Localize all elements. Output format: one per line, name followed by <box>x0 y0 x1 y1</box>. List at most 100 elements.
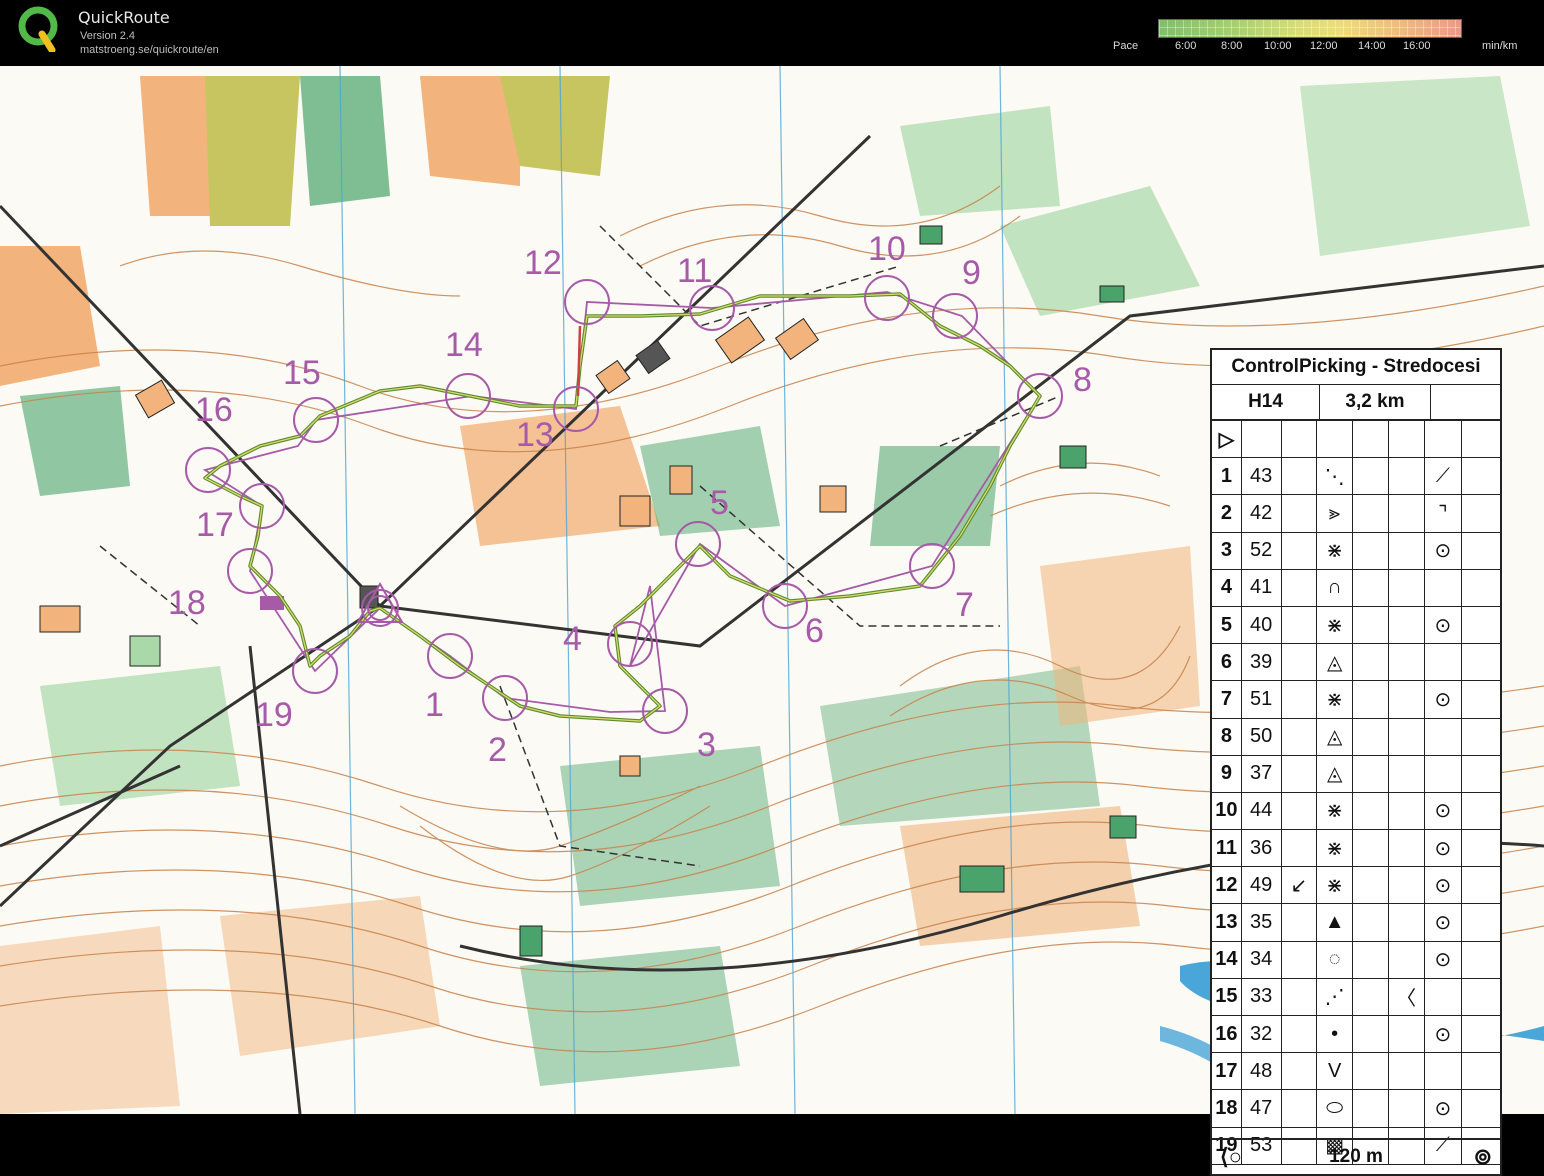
legend-row: 18 47 ⬭ ⊙ <box>1212 1090 1500 1128</box>
appearance-symbol <box>1353 941 1389 978</box>
control-number-6: 6 <box>805 612 824 650</box>
legend-row: 8 50 ◬ <box>1212 718 1500 756</box>
control-number-15: 15 <box>283 354 321 392</box>
which-feature-symbol <box>1282 569 1318 606</box>
control-number-7: 7 <box>955 586 974 624</box>
appearance-symbol <box>1353 904 1389 941</box>
other-info <box>1462 570 1500 606</box>
control-code: 47 <box>1242 1090 1282 1127</box>
dimension-symbol <box>1389 830 1425 867</box>
dimension-symbol <box>1389 458 1425 495</box>
other-info <box>1462 607 1500 643</box>
control-code: 49 <box>1242 867 1282 904</box>
location-symbol: ⊙ <box>1425 867 1463 904</box>
dimension-symbol <box>1389 681 1425 718</box>
feature-symbol: ∩ <box>1317 569 1354 606</box>
legend-row: 5 40 ⋇ ⊙ <box>1212 606 1500 645</box>
legend-row: 3 52 ⋇ ⊙ <box>1212 532 1500 570</box>
pace-color-scale <box>1158 19 1462 38</box>
app-url[interactable]: matstroeng.se/quickroute/en <box>80 44 219 56</box>
which-feature-symbol <box>1282 1090 1318 1127</box>
feature-symbol: ⪢ <box>1317 495 1354 532</box>
feature-symbol: ⋰ <box>1317 978 1354 1015</box>
appearance-symbol <box>1353 569 1389 606</box>
control-number-14: 14 <box>445 326 483 364</box>
orienteering-map[interactable]: 1 2 3 4 5 6 7 8 9 10 11 12 13 14 15 16 1… <box>0 66 1544 1176</box>
control-number: 14 <box>1212 941 1242 978</box>
control-code: 43 <box>1242 458 1282 495</box>
legend-row: 12 49 ↙ ⋇ ⊙ <box>1212 867 1500 905</box>
pace-tick: 16:00 <box>1403 40 1431 52</box>
legend-row: 9 37 ◬ <box>1212 755 1500 793</box>
feature-symbol: ◌ <box>1317 941 1354 978</box>
which-feature-symbol <box>1282 1053 1318 1090</box>
location-symbol <box>1425 978 1463 1015</box>
location-symbol: ⌝ <box>1425 495 1463 532</box>
control-number-2: 2 <box>488 731 507 769</box>
dimension-symbol <box>1389 941 1425 978</box>
dimension-symbol <box>1389 904 1425 941</box>
control-number-3: 3 <box>697 726 716 764</box>
control-code: 48 <box>1242 1053 1282 1090</box>
location-symbol <box>1425 569 1463 606</box>
location-symbol <box>1425 644 1463 681</box>
control-code: 44 <box>1242 792 1282 830</box>
control-number: 2 <box>1212 495 1242 532</box>
control-number-1: 1 <box>425 686 444 724</box>
pace-tick: 14:00 <box>1358 40 1386 52</box>
legend-row: 14 34 ◌ ⊙ <box>1212 941 1500 979</box>
quickroute-logo-icon <box>18 6 58 52</box>
dimension-symbol <box>1389 1090 1425 1127</box>
other-info <box>1462 793 1500 829</box>
control-number-9: 9 <box>962 254 981 292</box>
other-info <box>1462 1016 1500 1052</box>
control-code: 40 <box>1242 606 1282 644</box>
feature-symbol: ⬭ <box>1317 1090 1354 1127</box>
dimension-symbol <box>1389 1016 1425 1053</box>
location-symbol: ⊙ <box>1425 606 1463 644</box>
control-number: 7 <box>1212 681 1242 718</box>
location-symbol <box>1425 718 1463 755</box>
start-triangle-icon: ▷ <box>1212 421 1242 458</box>
appearance-symbol <box>1353 458 1389 495</box>
which-feature-symbol <box>1282 755 1318 792</box>
other-info <box>1462 681 1500 717</box>
control-number-10: 10 <box>868 230 906 268</box>
control-number: 9 <box>1212 755 1242 792</box>
control-code: 35 <box>1242 904 1282 941</box>
control-code: 39 <box>1242 644 1282 681</box>
legend-row: 6 39 ◬ <box>1212 644 1500 682</box>
which-feature-symbol <box>1282 495 1318 532</box>
control-code: 34 <box>1242 941 1282 978</box>
which-feature-symbol <box>1282 941 1318 978</box>
control-number: 3 <box>1212 532 1242 569</box>
location-symbol: ⟋ <box>1425 458 1463 495</box>
dimension-symbol <box>1389 755 1425 792</box>
location-symbol: ⊙ <box>1425 681 1463 718</box>
finish-funnel-icon: ⟨○ <box>1220 1144 1242 1169</box>
appearance-symbol <box>1353 755 1389 792</box>
dimension-symbol <box>1389 495 1425 532</box>
other-info <box>1462 644 1500 680</box>
location-symbol: ⊙ <box>1425 830 1463 867</box>
control-code: 42 <box>1242 495 1282 532</box>
app-title: QuickRoute <box>78 8 170 27</box>
pace-tick: 8:00 <box>1221 40 1243 52</box>
dimension-symbol <box>1389 792 1425 830</box>
control-number-4: 4 <box>563 620 582 658</box>
control-number-5: 5 <box>710 484 729 522</box>
appearance-symbol <box>1353 1090 1389 1127</box>
legend-length: 3,2 km <box>1320 385 1431 419</box>
control-number: 16 <box>1212 1016 1242 1053</box>
legend-rows: 1 43 ⋱ ⟋ 2 42 ⪢ ⌝ 3 52 ⋇ ⊙ 4 41 ∩ 5 40 ⋇ ⊙ 6 39 ◬ 7 51 ⋇ ⊙ 8 50 ◬ 9 37… <box>1212 458 1500 1165</box>
control-number-16: 16 <box>195 391 233 429</box>
feature-symbol: ⋇ <box>1317 681 1354 718</box>
which-feature-symbol: ↙ <box>1282 867 1318 904</box>
control-number-11: 11 <box>677 252 712 290</box>
feature-symbol: ⋱ <box>1317 458 1354 495</box>
other-info <box>1462 1053 1500 1089</box>
dimension-symbol <box>1389 606 1425 644</box>
feature-symbol: ⋇ <box>1317 830 1354 867</box>
control-code: 32 <box>1242 1016 1282 1053</box>
which-feature-symbol <box>1282 978 1318 1015</box>
